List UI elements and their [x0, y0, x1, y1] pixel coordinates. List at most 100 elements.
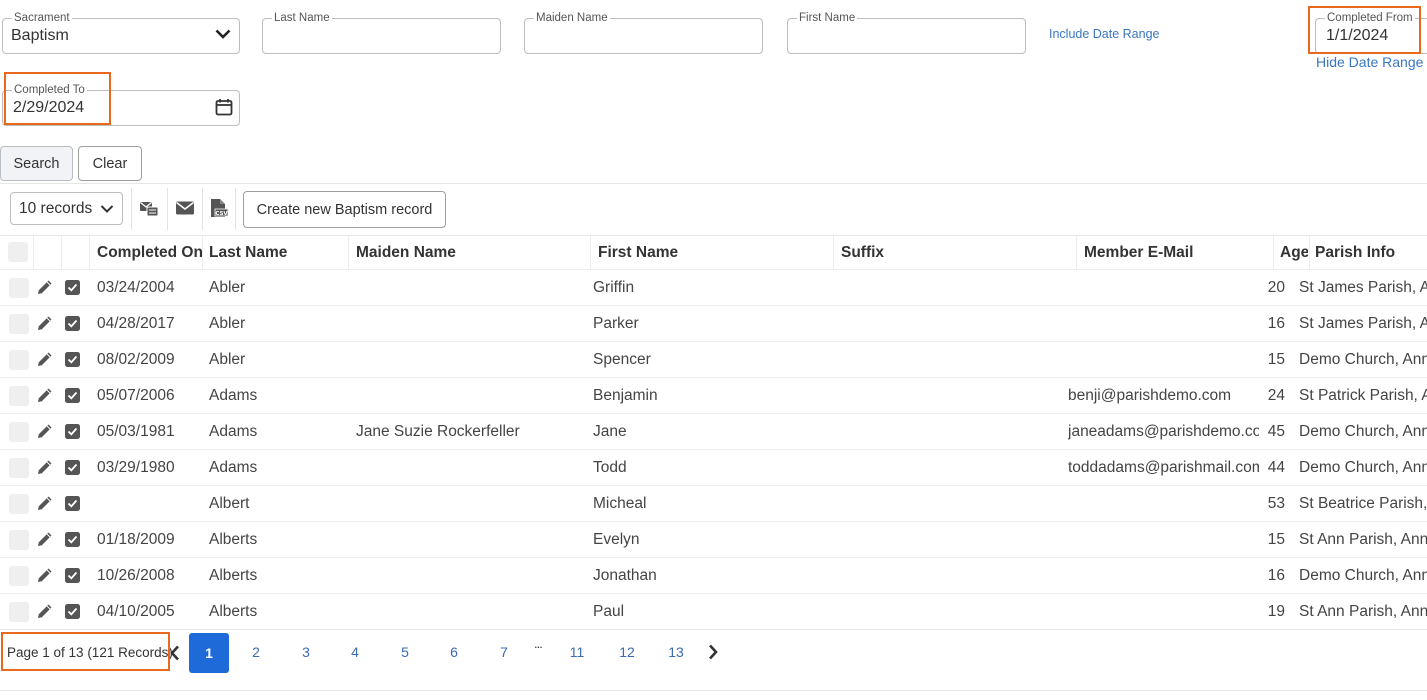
last-name-field[interactable]: Last Name [262, 12, 501, 54]
row-select-checkbox[interactable] [9, 530, 29, 550]
pencil-icon[interactable] [36, 350, 54, 368]
checked-checkbox-icon[interactable] [65, 532, 80, 547]
column-header-age[interactable]: Age [1280, 244, 1308, 262]
cell-parish-info: St Ann Parish, Ann [1299, 603, 1427, 620]
pencil-icon[interactable] [36, 422, 54, 440]
create-record-button[interactable]: Create new Baptism record [243, 191, 446, 228]
pencil-icon[interactable] [36, 458, 54, 476]
cell-first-name: Todd [593, 459, 627, 476]
cell-age: 44 [1267, 459, 1285, 476]
search-button[interactable]: Search [0, 146, 73, 181]
checked-checkbox-icon[interactable] [65, 388, 80, 403]
envelope-icon[interactable] [175, 198, 195, 218]
column-header-member-email[interactable]: Member E-Mail [1084, 244, 1269, 262]
cell-parish-info: Demo Church, Ann [1299, 567, 1427, 584]
maiden-name-field[interactable]: Maiden Name [524, 12, 763, 54]
checked-checkbox-icon[interactable] [65, 424, 80, 439]
row-select-checkbox[interactable] [9, 314, 29, 334]
cell-age: 45 [1267, 423, 1285, 440]
first-name-field[interactable]: First Name [787, 12, 1026, 54]
row-select-checkbox[interactable] [9, 422, 29, 442]
cell-last-name: Alberts [209, 531, 258, 548]
pencil-icon[interactable] [36, 494, 54, 512]
cell-completed-on: 01/18/2009 [97, 531, 175, 548]
pencil-icon[interactable] [36, 602, 54, 620]
row-select-checkbox[interactable] [9, 494, 29, 514]
column-header-suffix[interactable]: Suffix [841, 244, 1071, 262]
table-row[interactable]: 05/03/1981 Adams Jane Suzie Rockerfeller Ja… [0, 413, 1427, 449]
include-date-range-link[interactable]: Include Date Range [1049, 27, 1160, 41]
pencil-icon[interactable] [36, 530, 54, 548]
table-row[interactable]: 03/24/2004 Abler Griffin 20 St James Parish,… [0, 269, 1427, 305]
cell-first-name: Paul [593, 603, 625, 620]
pencil-icon[interactable] [36, 314, 54, 332]
table-row[interactable]: 04/10/2005 Alberts Paul 19 St Ann Parish, An… [0, 593, 1427, 629]
table-row[interactable]: 03/29/1980 Adams Todd toddadams@parishmail.… [0, 449, 1427, 485]
chevron-right-icon[interactable] [707, 644, 719, 660]
select-all-checkbox[interactable] [8, 242, 28, 262]
page-button[interactable]: 12 [617, 644, 637, 660]
column-header-parish-info[interactable]: Parish Info [1315, 244, 1427, 262]
page-button[interactable]: 6 [444, 644, 464, 660]
records-per-page-select[interactable]: 10 records [10, 192, 123, 225]
page-button[interactable]: 3 [296, 644, 316, 660]
page-button[interactable]: 13 [666, 644, 686, 660]
cell-last-name: Adams [209, 423, 258, 440]
column-header-maiden-name[interactable]: Maiden Name [356, 244, 586, 262]
csv-file-icon[interactable]: CSV [209, 198, 229, 218]
cell-completed-on: 08/02/2009 [97, 351, 175, 368]
pencil-icon[interactable] [36, 566, 54, 584]
page-button[interactable]: 5 [395, 644, 415, 660]
column-separator [33, 236, 34, 269]
cell-member-email: janeadams@parishdemo.co [1068, 423, 1259, 440]
row-select-checkbox[interactable] [9, 566, 29, 586]
table-row[interactable]: 01/18/2009 Alberts Evelyn 15 St Ann Parish, … [0, 521, 1427, 557]
table-row[interactable]: 08/02/2009 Abler Spencer 15 Demo Church, Ann [0, 341, 1427, 377]
page-button[interactable]: 7 [494, 644, 514, 660]
checked-checkbox-icon[interactable] [65, 604, 80, 619]
checked-checkbox-icon[interactable] [65, 496, 80, 511]
table-row[interactable]: 05/07/2006 Adams Benjamin benji@parishdemo.… [0, 377, 1427, 413]
row-select-checkbox[interactable] [9, 278, 29, 298]
cell-completed-on: 05/03/1981 [97, 423, 175, 440]
row-select-checkbox[interactable] [9, 602, 29, 622]
cell-completed-on: 04/28/2017 [97, 315, 175, 332]
checked-checkbox-icon[interactable] [65, 460, 80, 475]
row-select-checkbox[interactable] [9, 386, 29, 406]
sacrament-select[interactable]: Sacrament Baptism [2, 12, 240, 54]
page-button[interactable]: 11 [567, 644, 587, 660]
column-header-first-name[interactable]: First Name [598, 244, 828, 262]
chevron-left-icon[interactable] [169, 645, 181, 661]
calendar-icon[interactable] [215, 98, 233, 116]
checked-checkbox-icon[interactable] [65, 352, 80, 367]
column-header-completed-on[interactable]: Completed On [97, 244, 202, 262]
row-select-checkbox[interactable] [9, 458, 29, 478]
cell-member-email: benji@parishdemo.com [1068, 387, 1232, 404]
cell-completed-on: 10/26/2008 [97, 567, 175, 584]
mail-bulk-icon[interactable] [139, 198, 159, 218]
cell-completed-on: 03/24/2004 [97, 279, 175, 296]
checked-checkbox-icon[interactable] [65, 316, 80, 331]
cell-first-name: Spencer [593, 351, 651, 368]
table-row[interactable]: 04/28/2017 Abler Parker 16 St James Parish, … [0, 305, 1427, 341]
page-button-current[interactable]: 1 [189, 633, 229, 673]
sacrament-value: Baptism [11, 27, 69, 44]
pencil-icon[interactable] [36, 278, 54, 296]
clear-button[interactable]: Clear [78, 146, 142, 181]
cell-first-name: Jonathan [593, 567, 657, 584]
cell-first-name: Parker [593, 315, 639, 332]
pencil-icon[interactable] [36, 386, 54, 404]
row-select-checkbox[interactable] [9, 350, 29, 370]
highlight-completed-to [4, 72, 111, 125]
column-header-last-name[interactable]: Last Name [209, 244, 344, 262]
table-row[interactable]: Albert Micheal 53 St Beatrice Parish, [0, 485, 1427, 521]
cell-last-name: Alberts [209, 603, 258, 620]
page-button[interactable]: 4 [345, 644, 365, 660]
hide-date-range-link[interactable]: Hide Date Range [1316, 54, 1423, 70]
checked-checkbox-icon[interactable] [65, 280, 80, 295]
checked-checkbox-icon[interactable] [65, 568, 80, 583]
page-button[interactable]: 2 [246, 644, 266, 660]
cell-first-name: Benjamin [593, 387, 658, 404]
toolbar-separator [235, 188, 236, 230]
table-row[interactable]: 10/26/2008 Alberts Jonathan 16 Demo Church, … [0, 557, 1427, 593]
